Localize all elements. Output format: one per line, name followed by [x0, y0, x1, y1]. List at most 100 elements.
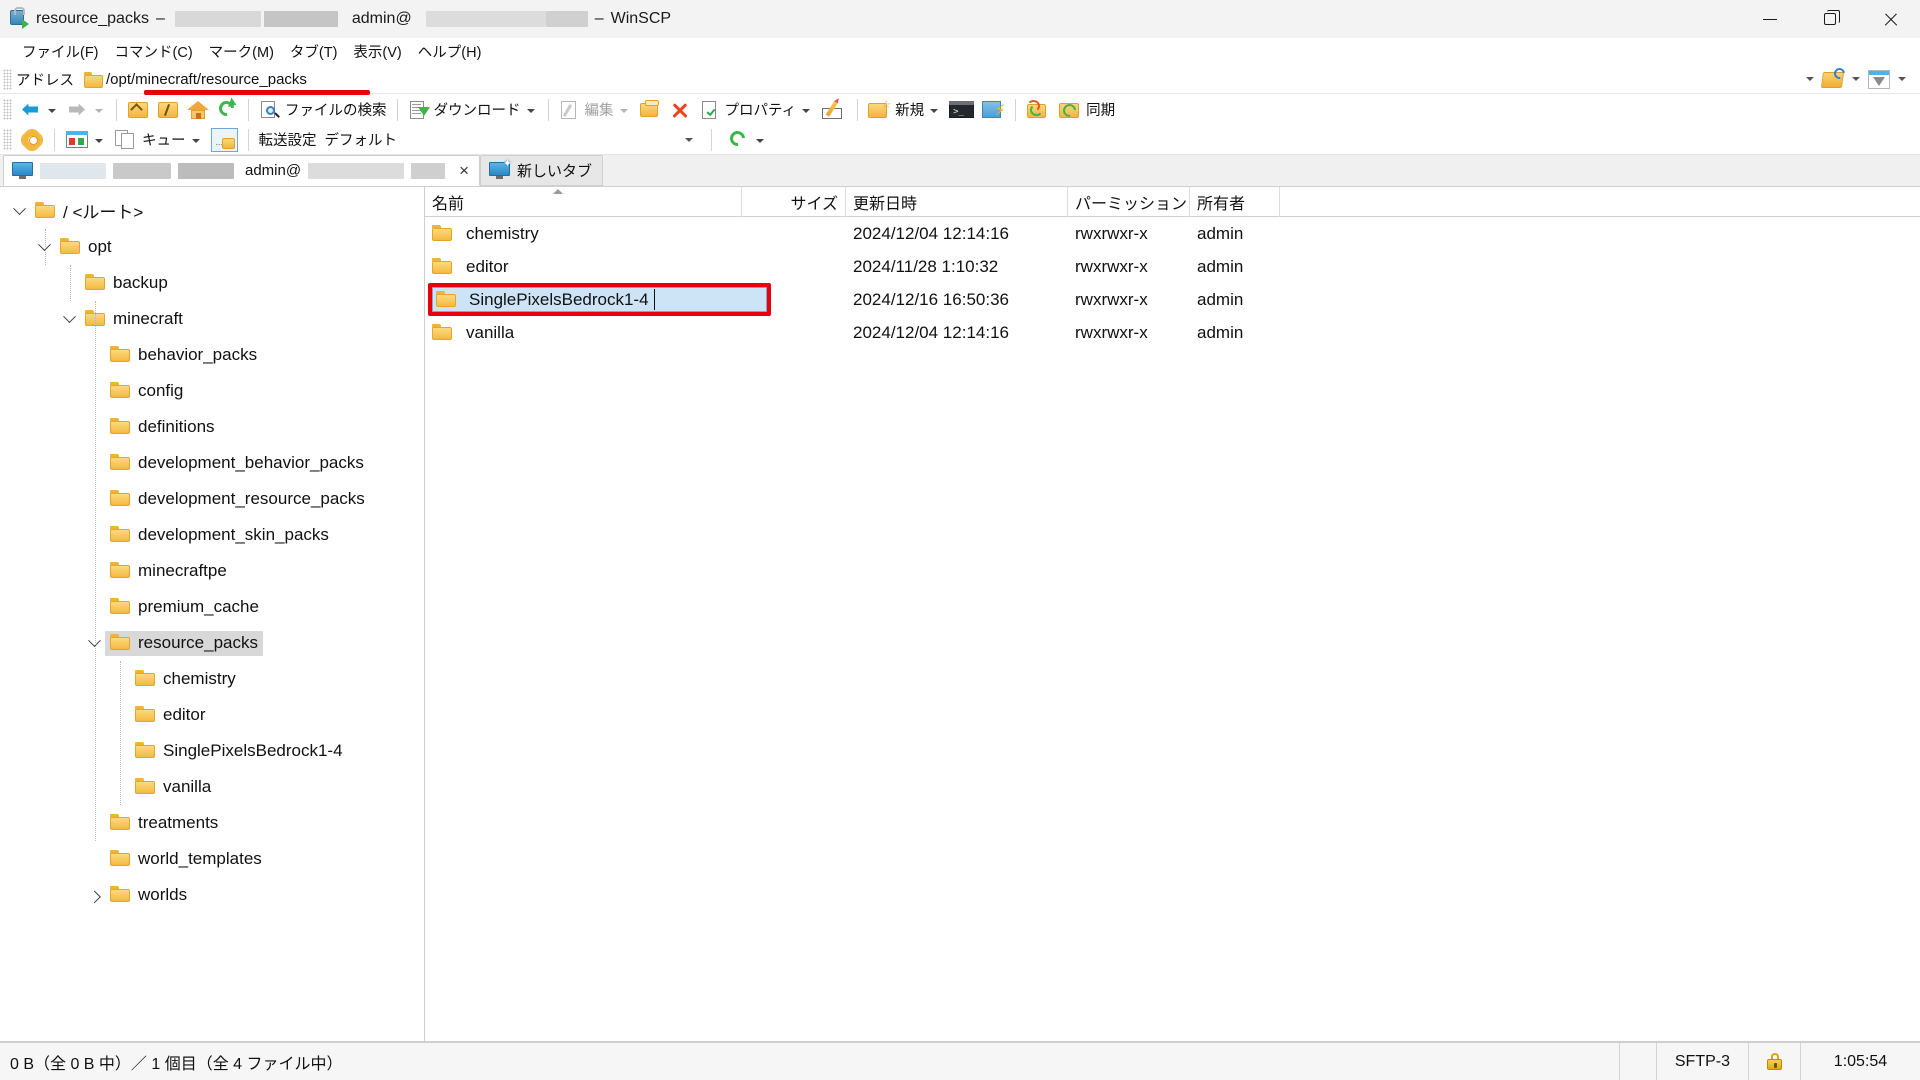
column-header-size[interactable]: サイズ: [742, 186, 846, 217]
column-header-date[interactable]: 更新日時: [846, 186, 1068, 217]
tab-close-button[interactable]: ×: [459, 162, 469, 179]
column-header-name[interactable]: 名前: [425, 186, 742, 217]
file-list-body[interactable]: chemistry 2024/12/04 12:14:16 rwxrwxr-x adm…: [425, 217, 1920, 1041]
tree-item-development_skin_packs[interactable]: development_skin_packs: [0, 517, 424, 553]
tree-item-[interactable]: / <ルート>: [0, 193, 424, 229]
tab-active-session[interactable]: admin@ ×: [3, 155, 481, 186]
menu-command[interactable]: コマンド(C): [107, 38, 201, 65]
tree-item-development_resource_packs[interactable]: development_resource_packs: [0, 481, 424, 517]
column-header-owner[interactable]: 所有者: [1190, 186, 1280, 217]
parent-directory-button[interactable]: [123, 96, 153, 123]
tree-item-minecraftpe[interactable]: minecraftpe: [0, 553, 424, 589]
queue-button[interactable]: キュー: [110, 126, 207, 153]
minimize-button[interactable]: [1740, 0, 1800, 38]
rename-edit-container[interactable]: SinglePixelsBedrock1-4: [428, 283, 771, 316]
back-button[interactable]: [16, 96, 63, 123]
tree-item-treatments[interactable]: treatments: [0, 805, 424, 841]
rename-button[interactable]: [817, 96, 851, 123]
delete-button[interactable]: [665, 96, 695, 123]
tree-item-chemistry[interactable]: chemistry: [0, 661, 424, 697]
table-row[interactable]: editor 2024/11/28 1:10:32 rwxrwxr-x admin: [425, 250, 1920, 283]
toolbar-grip-secondary[interactable]: [3, 129, 12, 150]
forward-button[interactable]: [63, 96, 110, 123]
transfer-settings-toggle[interactable]: ...: [207, 126, 242, 153]
directory-tree[interactable]: / <ルート> opt backup minecraft behavior_packs c…: [0, 187, 425, 1041]
home-directory-button[interactable]: [183, 96, 213, 123]
root-directory-button[interactable]: [153, 96, 183, 123]
properties-button[interactable]: プロパティ: [695, 96, 818, 123]
chevron-down-icon[interactable]: [83, 632, 105, 654]
table-row[interactable]: chemistry 2024/12/04 12:14:16 rwxrwxr-x adm…: [425, 217, 1920, 250]
new-button[interactable]: ☆ 新規: [864, 96, 945, 123]
back-dropdown-icon[interactable]: [48, 108, 56, 113]
menu-tab[interactable]: タブ(T): [282, 38, 346, 65]
filter-icon[interactable]: [1868, 69, 1890, 89]
tree-item-editor[interactable]: editor: [0, 697, 424, 733]
tree-item-definitions[interactable]: definitions: [0, 409, 424, 445]
tree-item-opt[interactable]: opt: [0, 229, 424, 265]
menu-mark[interactable]: マーク(M): [201, 38, 282, 65]
tree-item-SinglePixelsBedrock1-4[interactable]: SinglePixelsBedrock1-4: [0, 733, 424, 769]
table-row[interactable]: SinglePixelsBedrock1-4 2024/12/16 16:50:3…: [425, 283, 1920, 316]
open-session-dropdown-icon[interactable]: [1852, 77, 1860, 81]
file-name-cell[interactable]: vanilla: [425, 316, 742, 349]
sync-browse-button[interactable]: [1022, 96, 1054, 123]
tree-guide-line: [70, 265, 71, 301]
open-session-icon[interactable]: [1822, 65, 1848, 88]
transfer-settings-dropdown-icon[interactable]: [684, 137, 693, 142]
chevron-right-icon[interactable]: [83, 884, 105, 906]
folder-icon: [110, 634, 132, 651]
file-name-cell[interactable]: chemistry: [425, 217, 742, 250]
address-input[interactable]: /opt/minecraft/resource_packs: [84, 65, 1798, 95]
menu-view[interactable]: 表示(V): [345, 38, 409, 65]
download-button[interactable]: ダウンロード: [404, 96, 542, 123]
edit-dropdown-icon[interactable]: [619, 108, 628, 113]
rename-input[interactable]: SinglePixelsBedrock1-4: [432, 287, 767, 312]
tree-item-premium_cache[interactable]: premium_cache: [0, 589, 424, 625]
tree-item-vanilla[interactable]: vanilla: [0, 769, 424, 805]
command-button[interactable]: ⚡: [978, 96, 1009, 123]
tree-item-behavior_packs[interactable]: behavior_packs: [0, 337, 424, 373]
panels-button[interactable]: [61, 126, 110, 153]
duplicate-button[interactable]: [635, 96, 665, 123]
transfer-settings-combo[interactable]: デフォルト: [324, 127, 705, 152]
address-dropdown-icon[interactable]: [1806, 77, 1814, 81]
file-name-cell[interactable]: editor: [425, 250, 742, 283]
tree-item-world_templates[interactable]: world_templates: [0, 841, 424, 877]
tree-item-config[interactable]: config: [0, 373, 424, 409]
new-tab-button[interactable]: ✦ 新しいタブ: [480, 155, 604, 186]
refresh-session-button[interactable]: [718, 126, 771, 153]
tree-item-development_behavior_packs[interactable]: development_behavior_packs: [0, 445, 424, 481]
column-header-permissions[interactable]: パーミッション: [1068, 186, 1190, 217]
refresh-button[interactable]: [213, 96, 242, 123]
tree-item-minecraft[interactable]: minecraft: [0, 301, 424, 337]
menu-help[interactable]: ヘルプ(H): [410, 38, 490, 65]
filter-dropdown-icon[interactable]: [1898, 77, 1906, 81]
terminal-button[interactable]: >_: [945, 96, 978, 123]
tree-item-backup[interactable]: backup: [0, 265, 424, 301]
edit-button[interactable]: 編集: [555, 96, 635, 123]
refresh-session-dropdown-icon[interactable]: [755, 138, 764, 143]
panels-dropdown-icon[interactable]: [95, 138, 103, 143]
file-name-cell[interactable]: SinglePixelsBedrock1-4: [425, 283, 771, 316]
restore-button[interactable]: [1800, 0, 1860, 38]
find-files-button[interactable]: ファイルの検索: [255, 96, 391, 123]
toolbar-grip-main[interactable]: [3, 99, 12, 120]
synchronize-button[interactable]: 同期: [1054, 96, 1119, 123]
new-dropdown-icon[interactable]: [930, 108, 939, 113]
table-row[interactable]: vanilla 2024/12/04 12:14:16 rwxrwxr-x admin: [425, 316, 1920, 349]
synchronize-icon: [1058, 100, 1082, 120]
chevron-down-icon[interactable]: [33, 236, 55, 258]
menu-file[interactable]: ファイル(F): [14, 38, 107, 65]
properties-dropdown-icon[interactable]: [802, 108, 811, 113]
chevron-down-icon[interactable]: [8, 200, 30, 222]
toolbar-grip-address[interactable]: [3, 68, 12, 90]
tree-item-resource_packs[interactable]: resource_packs: [0, 625, 424, 661]
forward-dropdown-icon[interactable]: [95, 108, 103, 113]
tree-item-worlds[interactable]: worlds: [0, 877, 424, 913]
queue-dropdown-icon[interactable]: [191, 138, 200, 143]
close-button[interactable]: [1860, 0, 1920, 38]
preferences-button[interactable]: [16, 126, 48, 153]
chevron-down-icon[interactable]: [58, 308, 80, 330]
download-dropdown-icon[interactable]: [526, 108, 535, 113]
